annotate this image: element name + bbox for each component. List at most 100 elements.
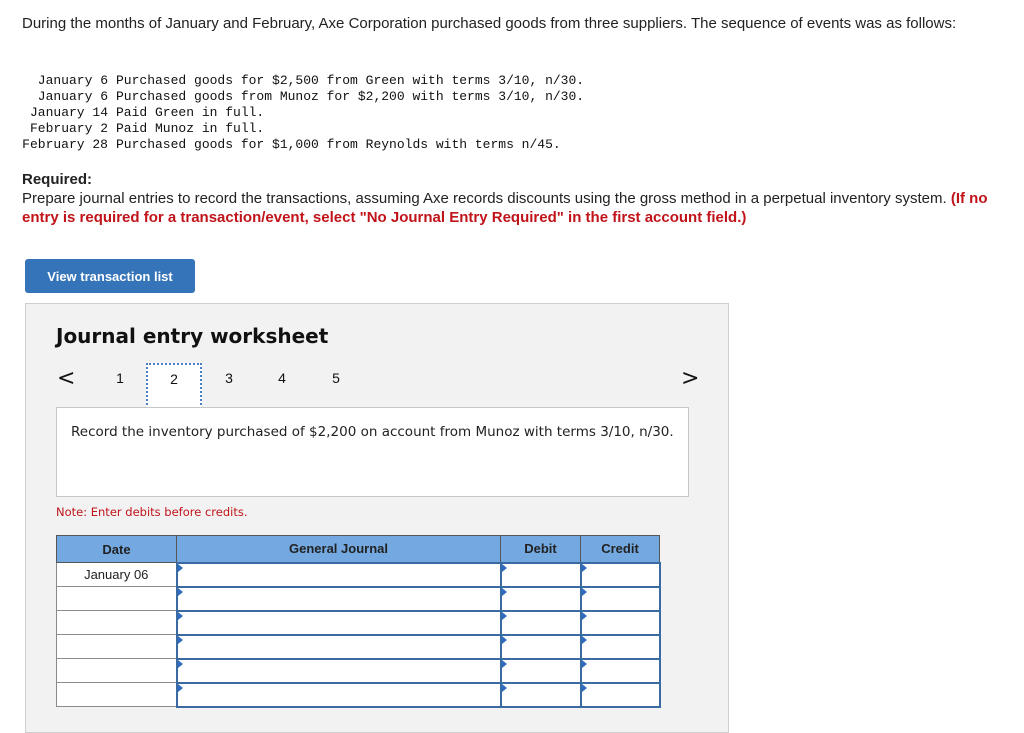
account-input-cell: [175, 585, 502, 612]
page-tab-4[interactable]: 4: [272, 370, 292, 386]
event-item: January 6 Purchased goods for $2,500 from…: [22, 73, 584, 89]
page-tab-3[interactable]: 3: [219, 370, 239, 386]
debit-input[interactable]: [501, 564, 580, 585]
cell-marker-icon: [501, 587, 507, 596]
cell-marker-icon: [177, 683, 183, 692]
event-date: January 6: [37, 73, 108, 88]
date-cell: January 06: [56, 562, 177, 587]
account-input[interactable]: [177, 612, 500, 633]
credit-input-cell: [579, 585, 661, 612]
credit-input-cell: [579, 681, 661, 708]
cell-marker-icon: [177, 659, 183, 668]
cell-marker-icon: [177, 635, 183, 644]
chevron-right-icon[interactable]: >: [681, 368, 699, 390]
event-item: February 2 Paid Munoz in full.: [22, 121, 584, 137]
events-list: January 6 Purchased goods for $2,500 from…: [22, 73, 584, 153]
transaction-description: Record the inventory purchased of $2,200…: [56, 407, 689, 497]
debit-input[interactable]: [501, 588, 580, 609]
event-text: Purchased goods for $1,000 from Reynolds…: [116, 137, 561, 152]
debit-input-cell: [499, 585, 582, 612]
account-input[interactable]: [177, 684, 500, 705]
required-title: Required:: [22, 171, 93, 188]
account-input[interactable]: [177, 564, 500, 585]
header-debit: Debit: [500, 535, 581, 563]
chevron-left-icon[interactable]: <: [57, 368, 75, 390]
event-item: January 14 Paid Green in full.: [22, 105, 584, 121]
header-date: Date: [56, 535, 177, 563]
required-text: Prepare journal entries to record the tr…: [22, 190, 947, 207]
account-input-cell: [175, 657, 502, 684]
table-row: [56, 633, 661, 660]
event-item: January 6 Purchased goods from Munoz for …: [22, 89, 584, 105]
date-cell: [56, 586, 177, 611]
page-tab-5[interactable]: 5: [326, 370, 346, 386]
cell-marker-icon: [501, 635, 507, 644]
page-tab-1[interactable]: 1: [110, 370, 130, 386]
date-cell: [56, 610, 177, 635]
cell-marker-icon: [501, 611, 507, 620]
event-text: Paid Munoz in full.: [116, 121, 265, 136]
account-input[interactable]: [177, 588, 500, 609]
account-input-cell: [175, 633, 502, 660]
cell-marker-icon: [177, 611, 183, 620]
event-text: Purchased goods for $2,500 from Green wi…: [116, 73, 585, 88]
date-cell: [56, 658, 177, 683]
table-row: [56, 585, 661, 612]
debit-input-cell: [499, 609, 582, 636]
worksheet-pager: < 1 2 3 4 5 >: [26, 363, 728, 410]
debit-input[interactable]: [501, 684, 580, 705]
cell-marker-icon: [581, 611, 587, 620]
event-date: January 6: [37, 89, 108, 104]
header-credit: Credit: [580, 535, 660, 563]
credit-input-cell: [579, 657, 661, 684]
date-cell: [56, 682, 177, 707]
date-cell: [56, 634, 177, 659]
cell-marker-icon: [581, 683, 587, 692]
credit-input[interactable]: [581, 564, 659, 585]
event-text: Paid Green in full.: [116, 105, 265, 120]
problem-intro: During the months of January and Februar…: [22, 15, 957, 32]
credit-input-cell: [579, 633, 661, 660]
table-row: [56, 657, 661, 684]
cell-marker-icon: [581, 659, 587, 668]
cell-marker-icon: [581, 635, 587, 644]
debit-input-cell: [499, 633, 582, 660]
table-row: January 06: [56, 561, 661, 588]
debits-note: Note: Enter debits before credits.: [56, 505, 248, 519]
debit-input[interactable]: [501, 636, 580, 657]
credit-input[interactable]: [581, 588, 659, 609]
credit-input[interactable]: [581, 612, 659, 633]
journal-entry-worksheet: Journal entry worksheet < 1 2 3 4 5 > Re…: [25, 303, 729, 733]
table-row: [56, 681, 661, 708]
cell-marker-icon: [581, 563, 587, 572]
event-date: February 28: [22, 137, 108, 152]
header-general-journal: General Journal: [176, 535, 501, 563]
table-header-row: Date General Journal Debit Credit: [56, 535, 660, 563]
debit-input-cell: [499, 657, 582, 684]
event-text: Purchased goods from Munoz for $2,200 wi…: [116, 89, 585, 104]
cell-marker-icon: [177, 587, 183, 596]
credit-input-cell: [579, 609, 661, 636]
table-row: [56, 609, 661, 636]
required-section: Required: Prepare journal entries to rec…: [22, 170, 1012, 227]
account-input[interactable]: [177, 660, 500, 681]
event-item: February 28 Purchased goods for $1,000 fr…: [22, 137, 584, 153]
journal-table: Date General Journal Debit Credit Januar…: [56, 535, 661, 708]
account-input-cell: [175, 609, 502, 636]
account-input-cell: [175, 681, 502, 708]
credit-input[interactable]: [581, 684, 659, 705]
cell-marker-icon: [501, 683, 507, 692]
debit-input[interactable]: [501, 612, 580, 633]
credit-input[interactable]: [581, 636, 659, 657]
account-input[interactable]: [177, 636, 500, 657]
event-date: January 14: [29, 105, 108, 120]
cell-marker-icon: [501, 563, 507, 572]
credit-input-cell: [579, 561, 661, 588]
debit-input[interactable]: [501, 660, 580, 681]
credit-input[interactable]: [581, 660, 659, 681]
view-transaction-list-button[interactable]: View transaction list: [25, 259, 195, 293]
event-date: February 2: [29, 121, 108, 136]
debit-input-cell: [499, 681, 582, 708]
page-tab-2[interactable]: 2: [146, 363, 202, 409]
account-input-cell: [175, 561, 502, 588]
